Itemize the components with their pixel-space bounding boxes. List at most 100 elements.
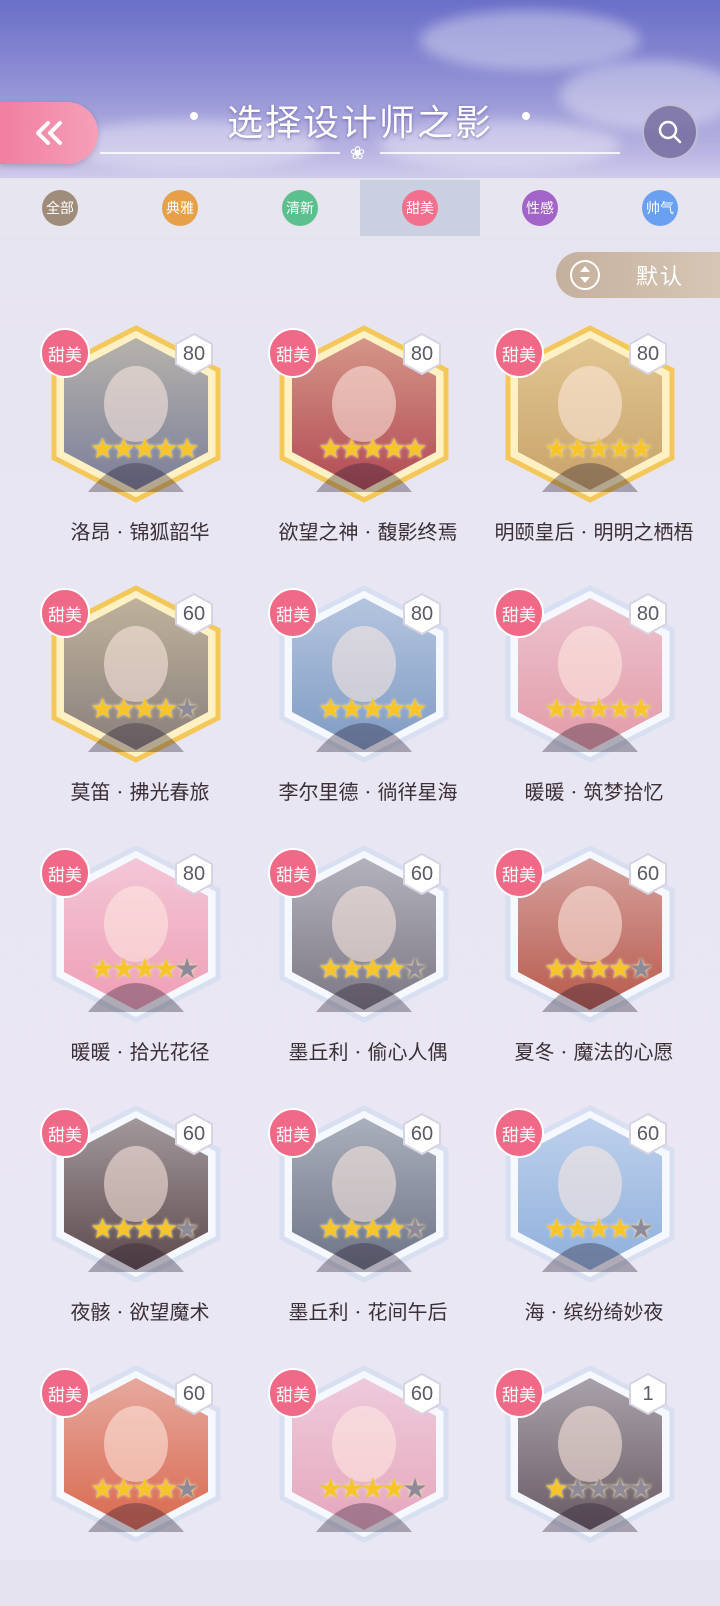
tab-1[interactable]: 典雅 [120,180,240,236]
star-rating: ★★★★★ [544,432,654,465]
designer-name: 明颐皇后 · 明明之栖梧 [494,520,694,544]
star-icon: ★ [586,1472,611,1505]
star-icon: ★ [544,692,569,725]
style-tag: 甜美 [494,588,544,638]
designer-card[interactable]: 甜美 80 ★★★★★ 洛昂 · 锦狐韶华 [40,316,240,566]
level-value: 80 [636,602,660,625]
star-icon: ★ [111,692,136,725]
designer-name: 夏冬 · 魔法的心愿 [514,1040,674,1064]
level-value: 80 [410,342,434,365]
designer-card[interactable]: 甜美 60 ★★★★★ 海 · 缤纷绮妙夜 [494,1096,694,1346]
star-icon: ★ [318,432,343,465]
tab-0[interactable]: 全部 [0,180,120,236]
designer-card[interactable]: 甜美 80 ★★★★★ 明颐皇后 · 明明之栖梧 [494,316,694,566]
style-tag: 甜美 [268,848,318,898]
star-rating: ★★★★★ [90,1472,200,1505]
star-icon: ★ [402,952,427,985]
designer-name: 墨丘利 · 花间午后 [288,1300,448,1324]
designer-card[interactable]: 甜美 80 ★★★★★ 暖暖 · 拾光花径 [40,836,240,1086]
star-icon: ★ [360,692,385,725]
level-value: 80 [410,602,434,625]
designer-card[interactable]: 甜美 60 ★★★★★ [268,1356,468,1606]
style-tag: 甜美 [494,848,544,898]
star-icon: ★ [381,432,406,465]
style-tag: 甜美 [40,328,90,378]
tab-5[interactable]: 帅气 [600,180,720,236]
star-icon: ★ [153,952,178,985]
style-tag: 甜美 [40,1108,90,1158]
tab-label: 典雅 [162,190,198,226]
style-tag: 甜美 [494,1368,544,1418]
star-icon: ★ [318,952,343,985]
designer-card[interactable]: 甜美 80 ★★★★★ 欲望之神 · 馥影终焉 [268,316,468,566]
star-rating: ★★★★★ [318,1212,428,1245]
star-icon: ★ [153,692,178,725]
level-value: 1 [642,1382,654,1405]
page-title: 选择设计师之影 [226,103,493,144]
designer-card[interactable]: 甜美 60 ★★★★★ [40,1356,240,1606]
star-icon: ★ [111,432,136,465]
star-icon: ★ [339,1212,364,1245]
star-icon: ★ [90,952,115,985]
star-icon: ★ [90,692,115,725]
level-value: 80 [182,342,206,365]
tab-label: 清新 [282,190,318,226]
star-icon: ★ [544,432,569,465]
star-icon: ★ [111,952,136,985]
designer-card[interactable]: 甜美 60 ★★★★★ 墨丘利 · 偷心人偶 [268,836,468,1086]
star-icon: ★ [628,692,653,725]
tab-3[interactable]: 甜美 [360,180,480,236]
star-icon: ★ [565,692,590,725]
star-icon: ★ [402,692,427,725]
star-icon: ★ [339,432,364,465]
designer-card[interactable]: 甜美 80 ★★★★★ 李尔里德 · 徜徉星海 [268,576,468,826]
designer-name: 暖暖 · 拾光花径 [70,1040,210,1064]
designer-card[interactable]: 甜美 1 ★★★★★ [494,1356,694,1606]
designer-card[interactable]: 甜美 60 ★★★★★ 墨丘利 · 花间午后 [268,1096,468,1346]
star-icon: ★ [544,952,569,985]
style-tag: 甜美 [40,588,90,638]
star-icon: ★ [544,1472,569,1505]
tab-label: 甜美 [402,190,438,226]
star-icon: ★ [360,432,385,465]
star-rating: ★★★★★ [90,952,200,985]
star-rating: ★★★★★ [544,1472,654,1505]
search-button[interactable] [642,104,698,160]
star-icon: ★ [174,1212,199,1245]
star-rating: ★★★★★ [318,952,428,985]
star-icon: ★ [544,1212,569,1245]
style-tag: 甜美 [268,328,318,378]
star-rating: ★★★★★ [318,692,428,725]
star-icon: ★ [607,432,632,465]
sort-button[interactable]: 默认 [556,252,720,298]
star-rating: ★★★★★ [90,1212,200,1245]
star-icon: ★ [132,432,157,465]
star-icon: ★ [565,952,590,985]
level-value: 60 [182,1122,206,1145]
style-tag: 甜美 [494,1108,544,1158]
star-icon: ★ [402,1212,427,1245]
star-icon: ★ [607,1472,632,1505]
designer-card[interactable]: 甜美 60 ★★★★★ 夏冬 · 魔法的心愿 [494,836,694,1086]
star-icon: ★ [586,952,611,985]
star-icon: ★ [132,692,157,725]
style-tag: 甜美 [40,848,90,898]
star-icon: ★ [132,1472,157,1505]
star-rating: ★★★★★ [90,692,200,725]
level-value: 60 [636,862,660,885]
designer-card[interactable]: 甜美 80 ★★★★★ 暖暖 · 筑梦拾忆 [494,576,694,826]
star-icon: ★ [153,1472,178,1505]
tab-2[interactable]: 清新 [240,180,360,236]
tab-4[interactable]: 性感 [480,180,600,236]
sort-icon [570,260,600,290]
style-tag: 甜美 [494,328,544,378]
category-tabs: 全部 典雅 清新 甜美 性感 帅气 [0,180,720,236]
designer-card[interactable]: 甜美 60 ★★★★★ 夜骸 · 欲望魔术 [40,1096,240,1346]
star-icon: ★ [360,1212,385,1245]
designer-card[interactable]: 甜美 60 ★★★★★ 莫笛 · 拂光春旅 [40,576,240,826]
designer-name: 海 · 缤纷绮妙夜 [524,1300,664,1324]
star-icon: ★ [132,1212,157,1245]
level-value: 80 [182,862,206,885]
style-tag: 甜美 [268,1108,318,1158]
tab-label: 性感 [522,190,558,226]
